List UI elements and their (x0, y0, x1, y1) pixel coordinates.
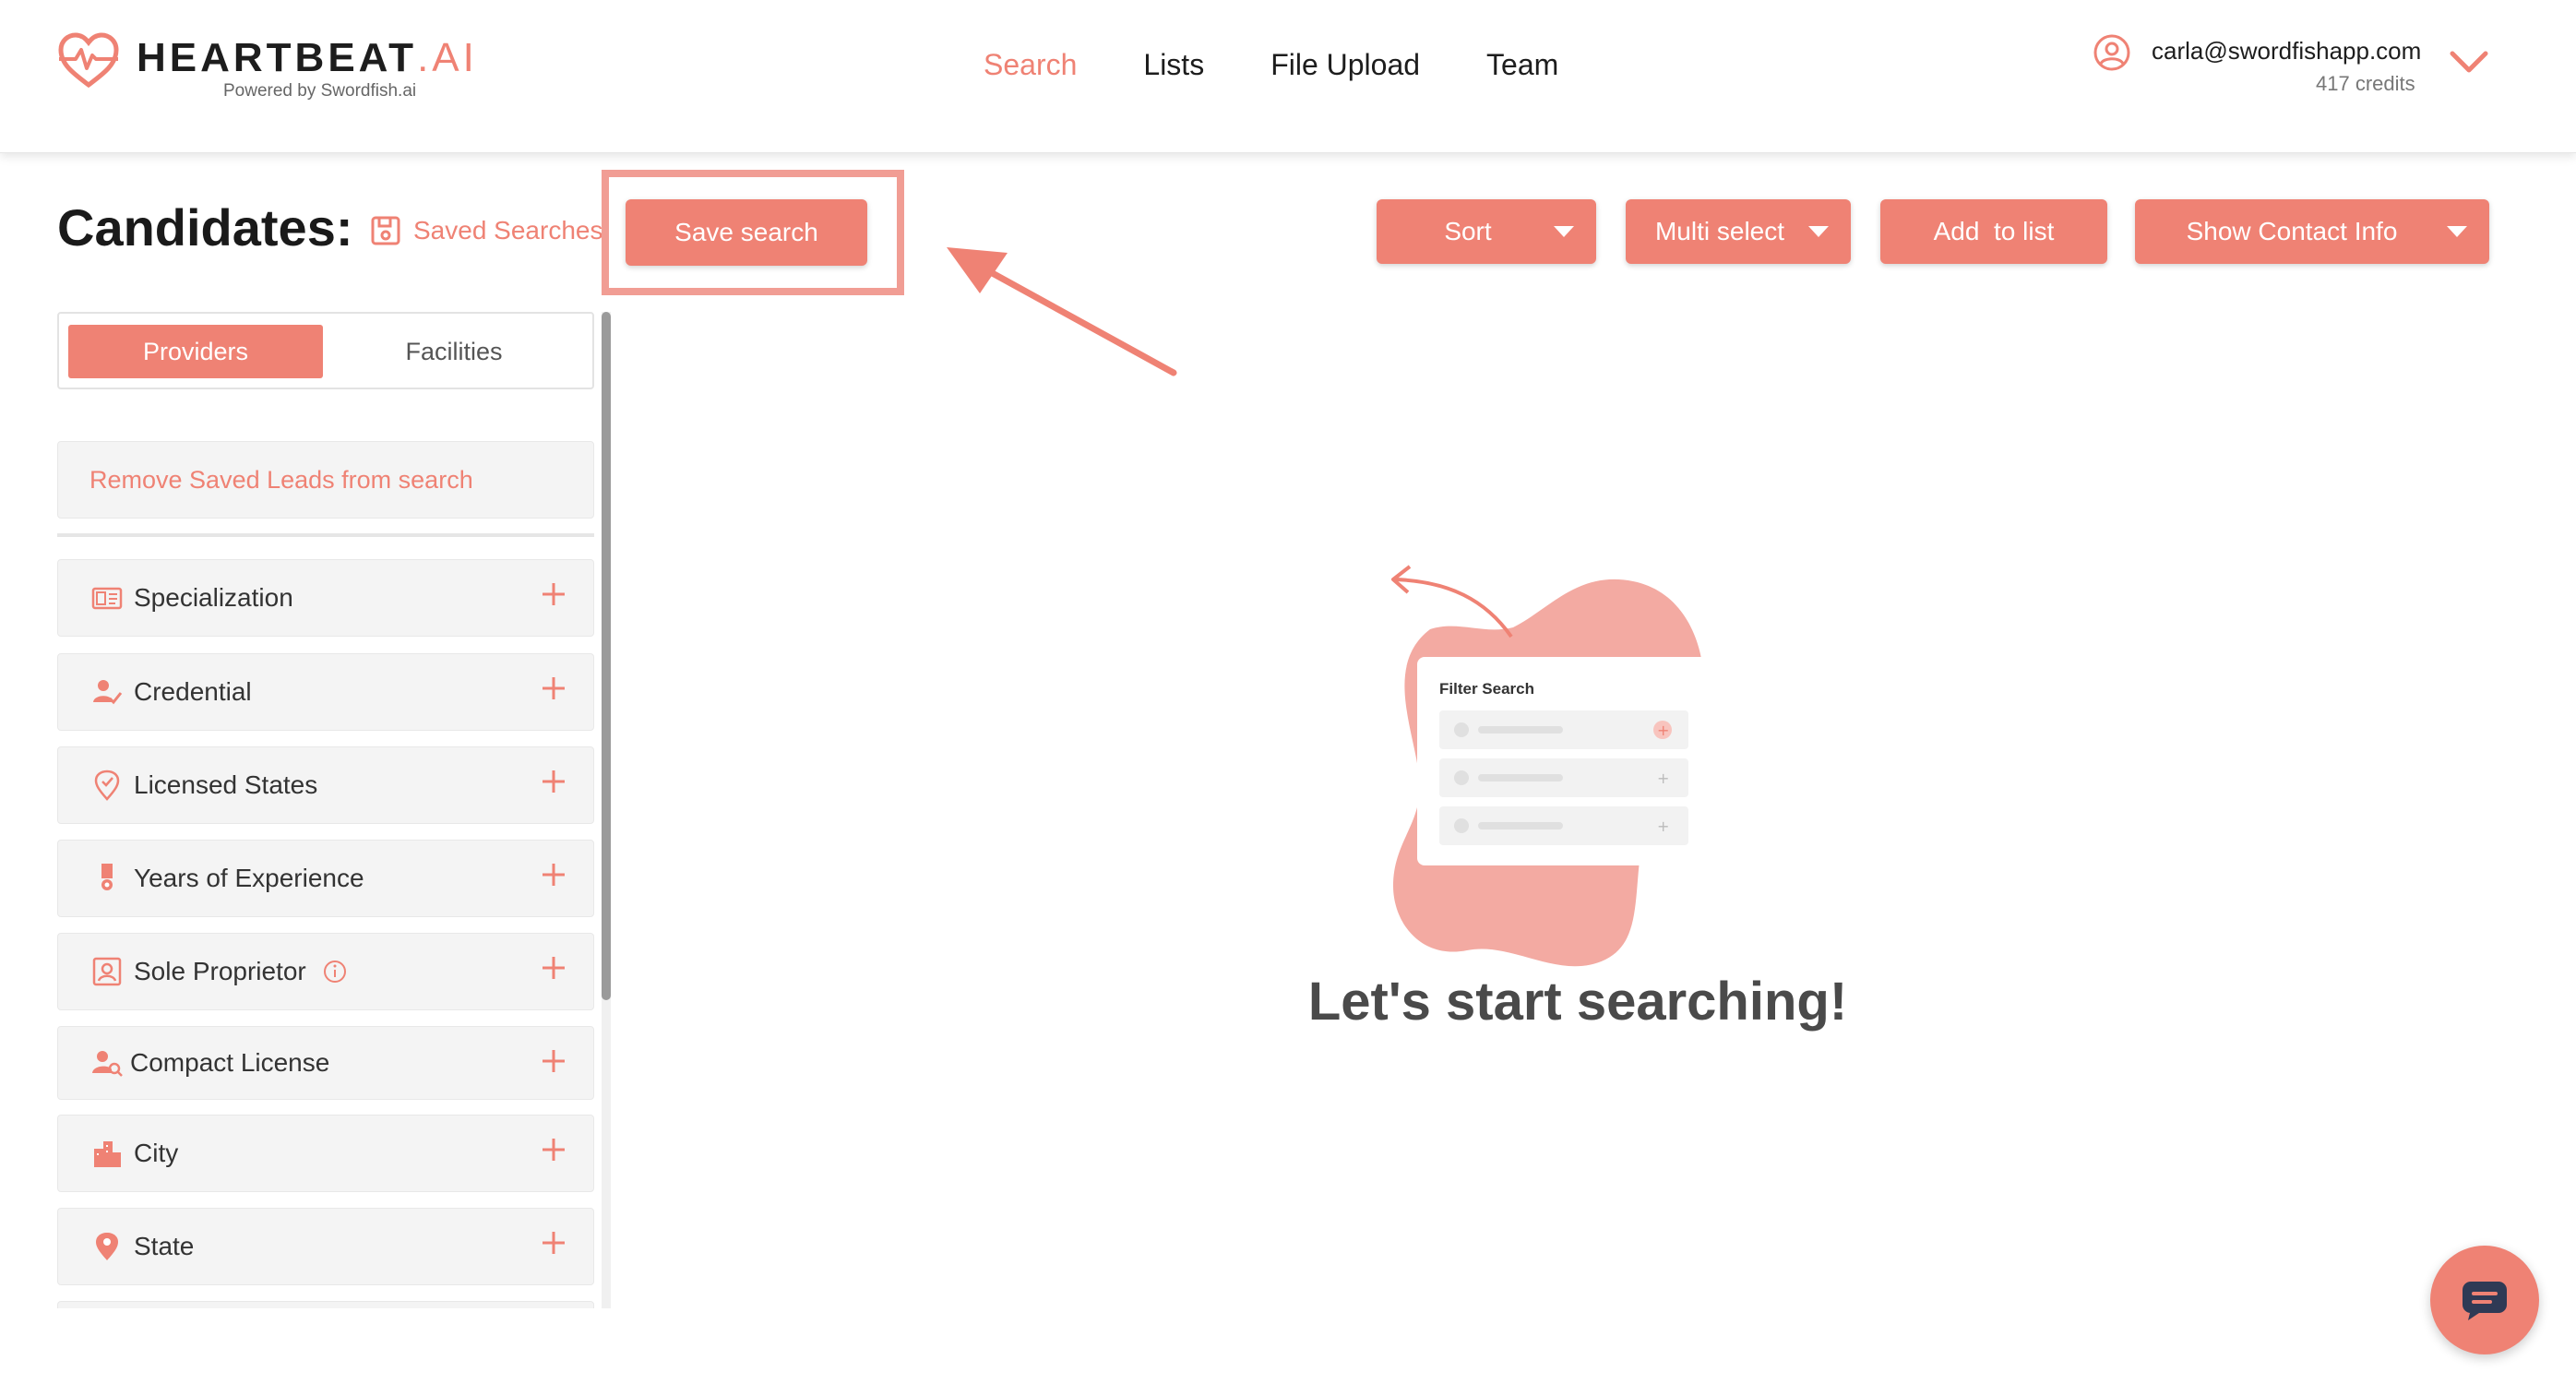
credits-count: 417 credits (2316, 72, 2415, 95)
medal-icon (89, 863, 125, 894)
filter-licensed-states[interactable]: Licensed States (57, 746, 594, 824)
plus-icon[interactable] (540, 1047, 567, 1075)
multi-select-label: Multi select (1654, 217, 1785, 245)
filter-label: Credential (134, 677, 252, 706)
plus-icon[interactable] (540, 1136, 567, 1163)
nav-search[interactable]: Search (984, 48, 1077, 82)
info-icon[interactable] (323, 960, 347, 984)
sort-dropdown[interactable]: Sort (1377, 199, 1596, 264)
filter-credential[interactable]: Credential (57, 653, 594, 731)
plus-icon[interactable] (540, 674, 567, 702)
user-check-icon (89, 676, 125, 708)
filter-label: State (134, 1232, 195, 1260)
scrollbar-thumb[interactable] (602, 312, 611, 1000)
chat-widget-button[interactable] (2430, 1246, 2539, 1354)
brand-name: HEARTBEAT.AI (137, 35, 478, 81)
powered-by: Powered by Swordfish.ai (223, 81, 417, 101)
buildings-icon (89, 1138, 125, 1169)
filter-compact-license[interactable]: Compact License (57, 1026, 594, 1100)
show-contact-info-label: Show Contact Info (2186, 217, 2398, 245)
saved-searches-label: Saved Searches (413, 216, 603, 245)
brand-ai: .AI (417, 35, 478, 80)
caret-down-icon (1808, 226, 1829, 237)
nav-file-upload[interactable]: File Upload (1270, 48, 1420, 82)
add-to-list-button[interactable]: Add to list (1880, 199, 2107, 264)
filter-label: Years of Experience (134, 864, 364, 892)
nav-lists[interactable]: Lists (1143, 48, 1204, 82)
remove-saved-leads-button[interactable]: Remove Saved Leads from search (57, 441, 594, 519)
tab-providers[interactable]: Providers (68, 325, 323, 378)
page-title: Candidates: (57, 198, 353, 257)
floppy-disk-icon (371, 216, 400, 245)
map-pin-icon (89, 1231, 125, 1262)
filter-specialization[interactable]: Specialization (57, 559, 594, 637)
sidebar-scrollbar[interactable] (602, 312, 611, 1308)
sort-label: Sort (1444, 217, 1492, 245)
filter-years-of-experience[interactable]: Years of Experience (57, 840, 594, 917)
annotation-arrow-icon (947, 247, 1177, 376)
caret-down-icon (1554, 226, 1574, 237)
filter-label: Compact License (130, 1048, 330, 1077)
location-check-icon (89, 770, 125, 801)
multi-select-dropdown[interactable]: Multi select (1626, 199, 1851, 264)
id-card-icon (89, 582, 125, 614)
filter-label: Sole Proprietor (134, 957, 306, 985)
show-contact-info-dropdown[interactable]: Show Contact Info (2135, 199, 2489, 264)
filter-sidebar: Providers Facilities Remove Saved Leads … (57, 312, 594, 1308)
plus-icon[interactable] (540, 768, 567, 795)
user-search-icon (89, 1047, 125, 1079)
svg-text:+: + (1657, 770, 1669, 787)
filter-state[interactable]: State (57, 1208, 594, 1285)
empty-state-message: Let's start searching! (1307, 972, 1848, 1032)
save-search-button[interactable]: Save search (626, 199, 867, 266)
nav-team[interactable]: Team (1486, 48, 1558, 82)
filter-city[interactable]: City (57, 1115, 594, 1192)
heart-pulse-icon (58, 32, 119, 89)
top-header: HEARTBEAT.AI Powered by Swordfish.ai Sea… (0, 0, 2576, 153)
plus-icon[interactable] (540, 580, 567, 608)
user-circle-icon (2093, 34, 2130, 71)
filter-next-partial[interactable] (57, 1301, 594, 1308)
saved-searches-link[interactable]: Saved Searches (369, 214, 602, 247)
chevron-down-icon[interactable] (2447, 42, 2491, 79)
plus-icon[interactable] (540, 1229, 567, 1257)
chat-bubble-icon (2463, 1282, 2507, 1320)
plus-icon[interactable] (540, 954, 567, 982)
divider (57, 533, 594, 537)
portrait-icon (89, 956, 125, 987)
filter-sole-proprietor[interactable]: Sole Proprietor (57, 933, 594, 1010)
card-title: Filter Search (1439, 680, 1534, 698)
provider-facility-toggle: Providers Facilities (57, 312, 594, 389)
account-menu[interactable]: carla@swordfishapp.com 417 credits (2059, 30, 2576, 113)
filter-label: City (134, 1139, 179, 1167)
svg-text:+: + (1657, 817, 1669, 835)
filter-label: Licensed States (134, 770, 318, 799)
main-nav: Search Lists File Upload Team (984, 48, 1625, 82)
brand-main: HEARTBEAT (137, 35, 418, 80)
caret-down-icon (2447, 226, 2467, 237)
heartbeat-logo[interactable]: HEARTBEAT.AI Powered by Swordfish.ai (57, 30, 474, 103)
tab-facilities[interactable]: Facilities (327, 325, 581, 378)
account-email: carla@swordfishapp.com (2152, 37, 2422, 65)
svg-text:+: + (1657, 722, 1669, 739)
plus-icon[interactable] (540, 861, 567, 889)
filter-label: Specialization (134, 583, 293, 612)
add-to-list-label: Add to list (1933, 217, 2055, 245)
